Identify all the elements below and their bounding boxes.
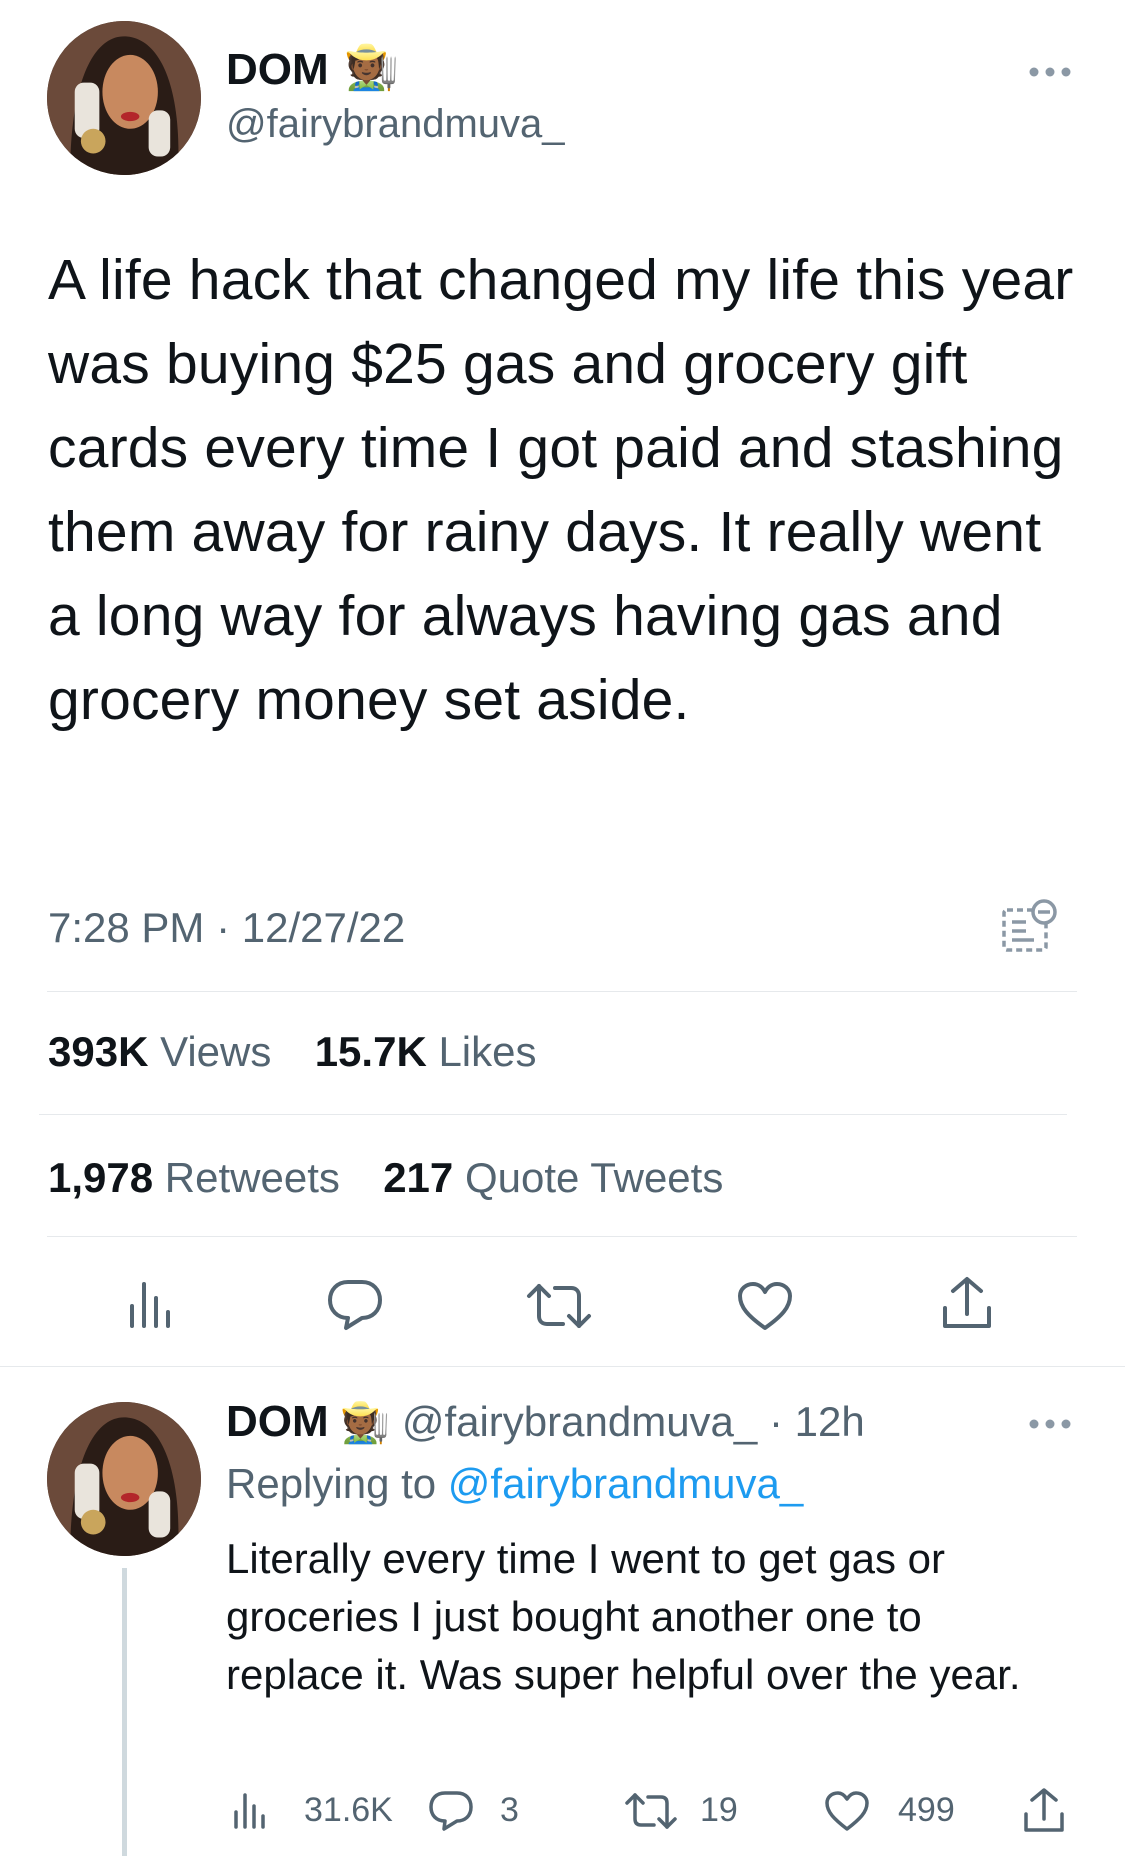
- reply-display-name[interactable]: DOM: [226, 1397, 329, 1446]
- replying-to-prefix: Replying to: [226, 1460, 437, 1507]
- reply-handle-time[interactable]: @fairybrandmuva_ · 12h: [402, 1398, 865, 1445]
- tweet-text: A life hack that changed my life this ye…: [48, 248, 1074, 732]
- replying-to-line: Replying to @fairybrandmuva_: [226, 1458, 803, 1510]
- reply-views-count: 31.6K: [304, 1791, 393, 1829]
- reply-views-icon[interactable]: [232, 1790, 270, 1830]
- more-options-icon[interactable]: [1028, 62, 1072, 82]
- retweets-quotes-row: 1,978 Retweets 217 Quote Tweets: [48, 1152, 723, 1204]
- retweets-count[interactable]: 1,978: [48, 1154, 153, 1201]
- quote-tweets-label[interactable]: Quote Tweets: [465, 1154, 723, 1201]
- analytics-icon[interactable]: [126, 1278, 178, 1330]
- divider: [0, 1366, 1125, 1367]
- divider: [47, 1236, 1077, 1237]
- divider: [47, 991, 1077, 992]
- reply-share-icon[interactable]: [1022, 1788, 1066, 1834]
- views-likes-row: 393K Views 15.7K Likes: [48, 1026, 537, 1078]
- reply-retweet-icon[interactable]: [624, 1792, 678, 1830]
- views-count: 393K: [48, 1028, 149, 1075]
- author-handle[interactable]: @fairybrandmuva_: [226, 100, 565, 148]
- author-display-name[interactable]: DOM: [226, 44, 329, 96]
- farmer-emoji-icon: 🧑🏾‍🌾: [340, 1401, 391, 1445]
- likes-count[interactable]: 15.7K: [315, 1028, 427, 1075]
- author-avatar[interactable]: [47, 21, 201, 175]
- reply-actions: 31.6K 3 19 499: [226, 1784, 1076, 1840]
- quote-tweets-count[interactable]: 217: [383, 1154, 453, 1201]
- reply-author-avatar[interactable]: [47, 1402, 201, 1556]
- reply-likes-count: 499: [898, 1791, 955, 1829]
- share-icon[interactable]: [940, 1276, 994, 1332]
- likes-label[interactable]: Likes: [438, 1028, 536, 1075]
- reply-header: DOM 🧑🏾‍🌾 @fairybrandmuva_ · 12h: [226, 1396, 865, 1449]
- replying-to-handle[interactable]: @fairybrandmuva_: [448, 1460, 803, 1507]
- reply-like-icon[interactable]: [824, 1790, 870, 1832]
- reply-reply-icon[interactable]: [428, 1790, 474, 1832]
- reply-retweets-count: 19: [700, 1791, 738, 1829]
- tweet-timestamp[interactable]: 7:28 PM · 12/27/22: [48, 902, 405, 954]
- reply-text: Literally every time I went to get gas o…: [226, 1535, 1021, 1698]
- thread-line: [122, 1568, 127, 1856]
- like-icon[interactable]: [736, 1280, 794, 1332]
- reply-icon[interactable]: [326, 1278, 384, 1332]
- views-label: Views: [160, 1028, 272, 1075]
- retweet-icon[interactable]: [525, 1282, 593, 1330]
- divider: [39, 1114, 1067, 1115]
- translate-icon[interactable]: [1000, 898, 1058, 956]
- retweets-label[interactable]: Retweets: [165, 1154, 340, 1201]
- reply-replies-count: 3: [500, 1791, 519, 1829]
- farmer-emoji-icon: 🧑🏾‍🌾: [344, 43, 399, 92]
- reply-more-options-icon[interactable]: [1028, 1414, 1072, 1434]
